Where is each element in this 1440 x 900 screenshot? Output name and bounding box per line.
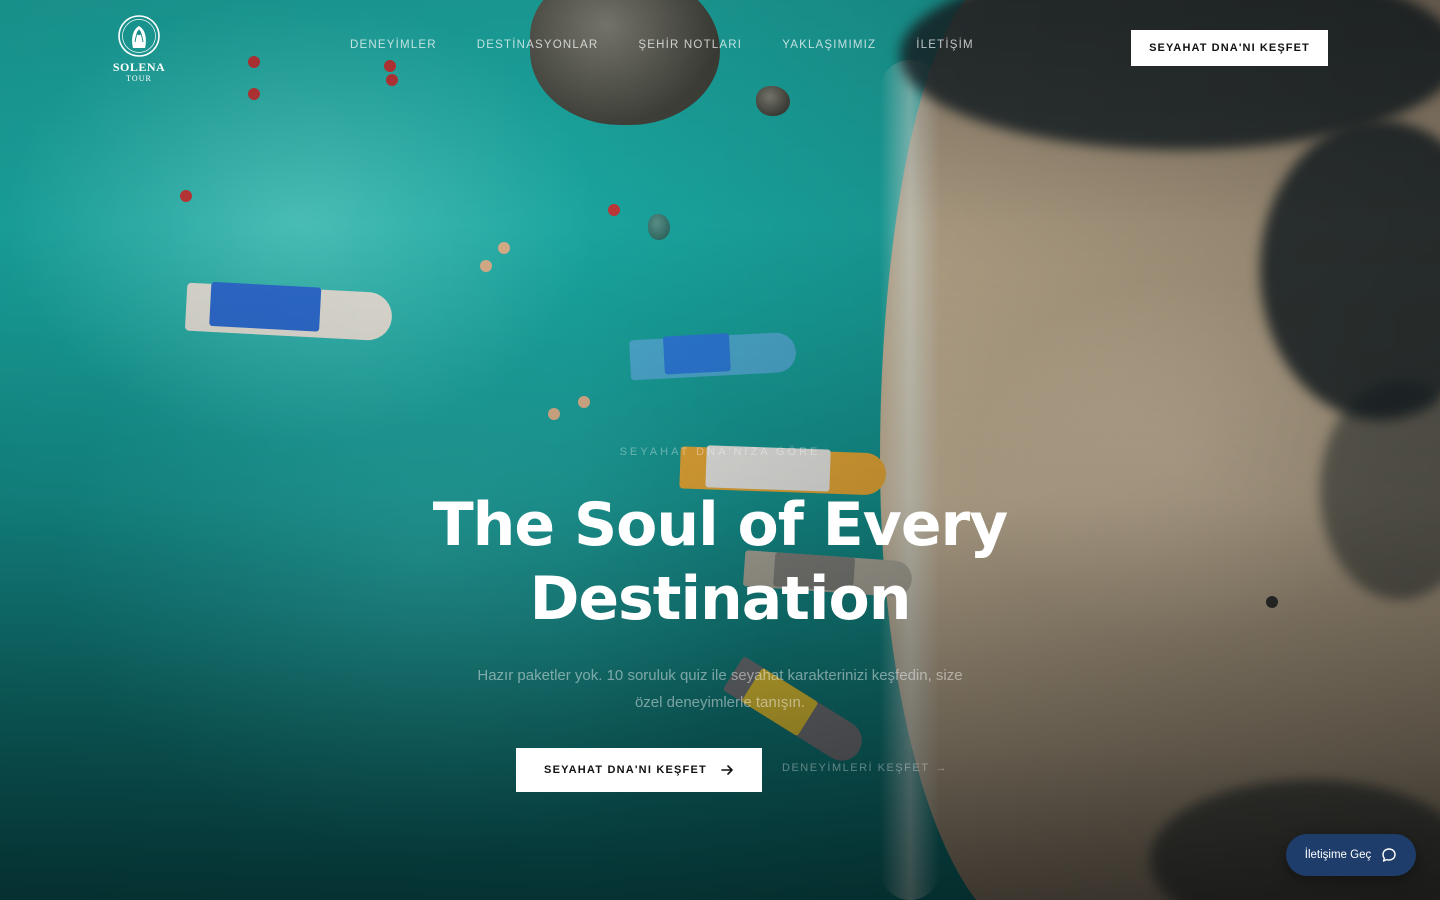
hero-primary-button[interactable]: SEYAHAT DNA'NI KEŞFET: [516, 748, 762, 792]
nav-item-deneyimler[interactable]: DENEYİMLER: [350, 39, 437, 51]
nav-item-yaklasimimiz[interactable]: YAKLAŞIMIMIZ: [782, 39, 876, 51]
main-nav: DENEYİMLER DESTİNASYONLAR ŞEHİR NOTLARI …: [350, 39, 974, 51]
hero-secondary-link[interactable]: DENEYİMLERİ KEŞFET →: [782, 762, 948, 774]
hero-secondary-label: DENEYİMLERİ KEŞFET: [782, 762, 930, 774]
hero-eyebrow: SEYAHAT DNA'NIZA GÖRE: [619, 446, 821, 458]
contact-label: İletişime Geç: [1304, 849, 1372, 861]
hero-title: The Soul of Every Destination: [370, 488, 1070, 636]
hero-subtitle: Hazır paketler yok. 10 soruluk quiz ile …: [477, 667, 963, 711]
hero-primary-label: SEYAHAT DNA'NI KEŞFET: [544, 764, 707, 776]
chat-bubble-icon: [1382, 848, 1396, 862]
hero-title-line1: The Soul of Every: [432, 490, 1009, 560]
nav-item-destinasyonlar[interactable]: DESTİNASYONLAR: [477, 39, 599, 51]
arrow-right-icon: →: [935, 762, 948, 774]
header-cta-button[interactable]: SEYAHAT DNA'NI KEŞFET: [1131, 30, 1328, 66]
arrow-right-icon: [721, 765, 733, 775]
brand-subtitle: TOUR: [126, 74, 152, 83]
medusa-emblem-icon: [118, 15, 160, 57]
nav-item-iletisim[interactable]: İLETİŞİM: [916, 39, 974, 51]
brand-name: SOLENA: [112, 60, 166, 74]
brand-logo[interactable]: SOLENA TOUR: [108, 14, 170, 84]
contact-button[interactable]: İletişime Geç: [1286, 834, 1416, 876]
hero-title-line2: Destination: [529, 564, 912, 634]
nav-item-sehir-notlari[interactable]: ŞEHİR NOTLARI: [638, 39, 742, 51]
